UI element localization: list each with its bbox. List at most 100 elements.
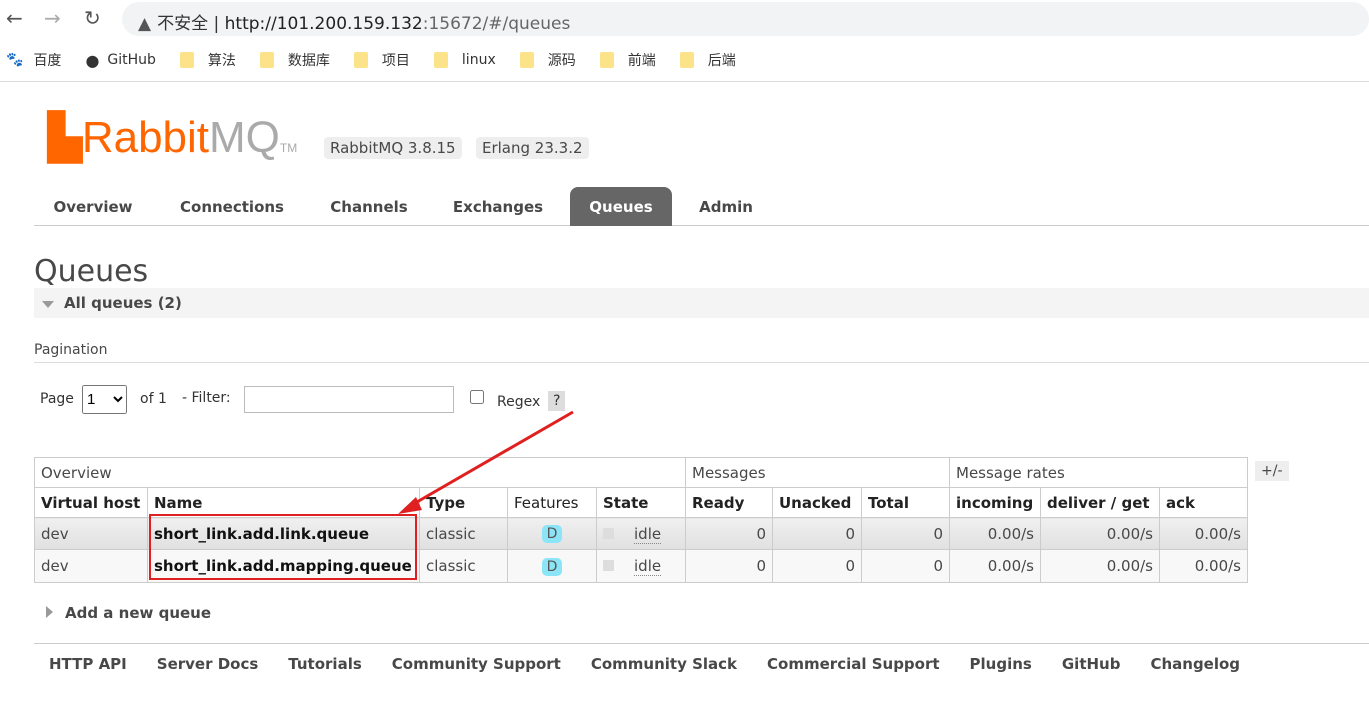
group-messages: Messages bbox=[685, 457, 950, 488]
col-unacked[interactable]: Unacked bbox=[772, 487, 862, 518]
ack-cell: 0.00/s bbox=[1159, 517, 1248, 550]
rabbitmq-logo[interactable]: ▙RabbitMQTM bbox=[48, 112, 297, 163]
folder-icon bbox=[179, 52, 194, 68]
bookmark-github[interactable]: ● GitHub bbox=[85, 44, 155, 76]
browser-toolbar: ← → ↻ ▲ 不安全 | http://101.200.159.132:1567… bbox=[0, 0, 1369, 38]
durable-badge: D bbox=[541, 557, 563, 576]
logo-tm: TM bbox=[279, 141, 298, 155]
folder-icon bbox=[679, 52, 694, 68]
deliver-get-cell: 0.00/s bbox=[1040, 517, 1160, 550]
ack-cell: 0.00/s bbox=[1159, 549, 1248, 583]
annotation-highlight-box bbox=[149, 514, 417, 580]
tab-channels[interactable]: Channels bbox=[314, 187, 424, 226]
footer-link-community-slack[interactable]: Community Slack bbox=[591, 655, 737, 673]
divider bbox=[34, 362, 1369, 363]
filter-input[interactable] bbox=[244, 386, 454, 413]
col-ack[interactable]: ack bbox=[1159, 487, 1248, 518]
add-queue-toggle[interactable]: Add a new queue bbox=[46, 604, 211, 622]
vhost-cell: dev bbox=[34, 549, 148, 583]
regex-help-button[interactable]: ? bbox=[548, 391, 566, 411]
ready-cell: 0 bbox=[685, 549, 773, 583]
expand-icon bbox=[46, 606, 53, 618]
type-cell: classic bbox=[419, 517, 508, 550]
col-state[interactable]: State bbox=[596, 487, 686, 518]
reload-icon[interactable]: ↻ bbox=[84, 6, 101, 30]
url-path: :15672/#/queues bbox=[422, 14, 571, 34]
incoming-cell: 0.00/s bbox=[949, 517, 1041, 550]
tab-overview[interactable]: Overview bbox=[34, 187, 152, 226]
folder-icon bbox=[259, 52, 274, 68]
folder-icon bbox=[433, 52, 448, 68]
divider bbox=[0, 81, 1369, 82]
bookmark-label: linux bbox=[461, 52, 496, 68]
bookmark-folder[interactable]: 算法 bbox=[179, 44, 236, 76]
bookmarks-bar: 🐾 百度 ● GitHub 算法 数据库 项目 linux 源码 前端 后端 bbox=[0, 44, 754, 76]
tab-connections[interactable]: Connections bbox=[164, 187, 300, 226]
bookmark-label: 数据库 bbox=[287, 53, 330, 69]
section-title: Add a new queue bbox=[65, 604, 212, 622]
col-total[interactable]: Total bbox=[861, 487, 950, 518]
footer-link-tutorials[interactable]: Tutorials bbox=[288, 655, 361, 673]
bookmark-folder[interactable]: 后端 bbox=[679, 44, 736, 76]
total-cell: 0 bbox=[861, 549, 950, 583]
col-type[interactable]: Type bbox=[419, 487, 508, 518]
durable-badge: D bbox=[541, 525, 563, 543]
all-queues-toggle[interactable]: All queues (2) bbox=[34, 288, 1369, 318]
insecure-label: 不安全 bbox=[157, 14, 209, 34]
footer-link-github[interactable]: GitHub bbox=[1062, 655, 1121, 673]
col-features: Features bbox=[507, 487, 597, 518]
folder-icon bbox=[519, 52, 534, 68]
collapse-icon bbox=[42, 301, 54, 308]
version-badge: RabbitMQ 3.8.15 bbox=[324, 137, 462, 159]
state-icon bbox=[603, 527, 614, 539]
bookmark-folder[interactable]: 源码 bbox=[519, 44, 576, 76]
group-message-rates: Message rates bbox=[949, 457, 1248, 488]
type-cell: classic bbox=[419, 549, 508, 583]
regex-label: Regex bbox=[497, 394, 541, 410]
bookmark-label: 算法 bbox=[207, 53, 236, 69]
bookmark-folder[interactable]: linux bbox=[433, 44, 496, 76]
forward-icon[interactable]: → bbox=[44, 6, 61, 30]
col-name[interactable]: Name bbox=[147, 487, 420, 518]
warning-icon: ▲ bbox=[138, 14, 152, 34]
footer-link-plugins[interactable]: Plugins bbox=[970, 655, 1032, 673]
col-deliver-get[interactable]: deliver / get bbox=[1040, 487, 1160, 518]
group-overview: Overview bbox=[34, 457, 686, 488]
main-tabs: Overview Connections Channels Exchanges … bbox=[34, 187, 1369, 226]
address-bar[interactable]: ▲ 不安全 | http://101.200.159.132:15672/#/qu… bbox=[122, 2, 1369, 36]
state-icon bbox=[603, 560, 614, 571]
bookmark-folder[interactable]: 数据库 bbox=[259, 44, 330, 76]
tab-queues[interactable]: Queues bbox=[570, 187, 672, 226]
regex-checkbox[interactable] bbox=[470, 390, 484, 404]
incoming-cell: 0.00/s bbox=[949, 549, 1041, 583]
page-count: of 1 bbox=[140, 391, 167, 407]
footer-link-commercial-support[interactable]: Commercial Support bbox=[767, 655, 940, 673]
bookmark-folder[interactable]: 项目 bbox=[353, 44, 410, 76]
col-ready[interactable]: Ready bbox=[685, 487, 773, 518]
section-title: All queues (2) bbox=[64, 294, 182, 312]
column-toggle-button[interactable]: +/- bbox=[1255, 461, 1289, 481]
tab-admin[interactable]: Admin bbox=[684, 187, 768, 226]
url-host: http://101.200.159.132 bbox=[224, 14, 423, 34]
github-icon: ● bbox=[85, 50, 100, 70]
bookmark-folder[interactable]: 前端 bbox=[599, 44, 656, 76]
erlang-badge: Erlang 23.3.2 bbox=[476, 137, 589, 159]
group-header-row: Overview Messages Message rates bbox=[34, 457, 1248, 488]
footer-link-community-support[interactable]: Community Support bbox=[392, 655, 561, 673]
footer-link-changelog[interactable]: Changelog bbox=[1150, 655, 1240, 673]
tab-exchanges[interactable]: Exchanges bbox=[438, 187, 558, 226]
bookmark-label: GitHub bbox=[107, 52, 156, 68]
col-incoming[interactable]: incoming bbox=[949, 487, 1041, 518]
footer-link-http-api[interactable]: HTTP API bbox=[49, 655, 127, 673]
footer-link-server-docs[interactable]: Server Docs bbox=[157, 655, 259, 673]
pagination-label: Pagination bbox=[34, 342, 108, 358]
page-select[interactable]: 1 bbox=[82, 385, 127, 414]
logo-text: MQ bbox=[209, 113, 280, 162]
state-label: idle bbox=[634, 524, 662, 544]
bookmark-label: 百度 bbox=[33, 53, 62, 69]
bookmark-baidu[interactable]: 🐾 百度 bbox=[6, 44, 61, 76]
col-virtual-host[interactable]: Virtual host bbox=[34, 487, 148, 518]
back-icon[interactable]: ← bbox=[6, 6, 23, 30]
page-label: Page bbox=[40, 391, 74, 407]
page-title: Queues bbox=[34, 254, 149, 289]
